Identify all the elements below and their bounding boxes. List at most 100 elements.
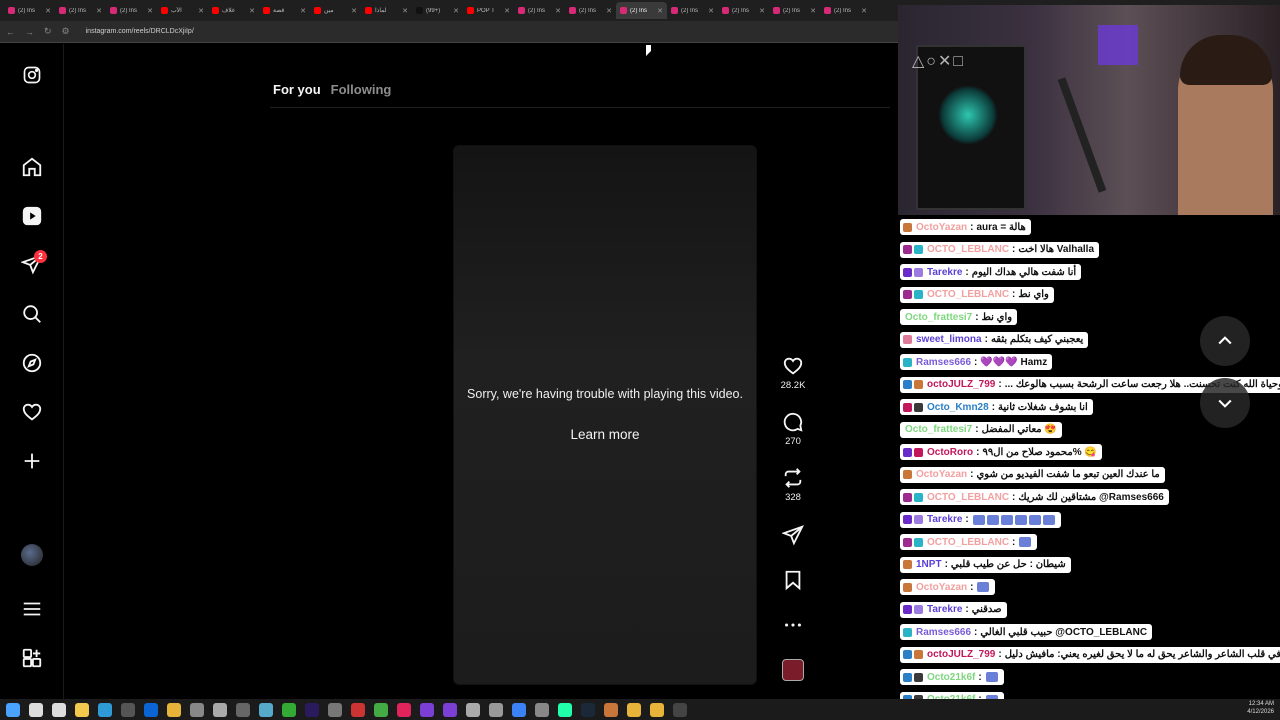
tab-close-icon[interactable]: ✕ <box>249 7 255 15</box>
instagram-logo-icon[interactable] <box>20 63 44 87</box>
tab-close-icon[interactable]: ✕ <box>708 7 714 15</box>
search-icon[interactable] <box>20 302 44 326</box>
tab-following[interactable]: Following <box>331 82 392 97</box>
browser-tab[interactable]: (2) Ins ✕ <box>4 2 55 19</box>
learn-more-link[interactable]: Learn more <box>453 427 757 442</box>
next-reel-button[interactable] <box>1200 378 1250 428</box>
browser-tab[interactable]: (2) Ins ✕ <box>820 2 871 19</box>
tab-close-icon[interactable]: ✕ <box>351 7 357 15</box>
tab-close-icon[interactable]: ✕ <box>810 7 816 15</box>
tab-close-icon[interactable]: ✕ <box>504 7 510 15</box>
taskbar-outlook-icon[interactable] <box>144 702 158 717</box>
taskbar-chrome-icon[interactable] <box>627 702 641 717</box>
browser-tab[interactable]: (2) Ins ✕ <box>718 2 769 19</box>
like-action[interactable]: 28.2K <box>778 355 808 391</box>
taskbar-app-icon[interactable] <box>443 702 457 717</box>
taskbar-chrome-icon[interactable] <box>167 702 181 717</box>
taskbar-tiktok-icon[interactable] <box>397 702 411 717</box>
heart-icon[interactable] <box>782 355 804 377</box>
taskbar-app-icon[interactable] <box>190 702 204 717</box>
tab-close-icon[interactable]: ✕ <box>759 7 765 15</box>
taskbar-store-icon[interactable] <box>121 702 135 717</box>
taskbar-app-icon[interactable] <box>558 702 572 717</box>
browser-tab[interactable]: (2) Ins ✕ <box>616 2 667 19</box>
tab-close-icon[interactable]: ✕ <box>96 7 102 15</box>
browser-tab[interactable]: غلاف ✕ <box>208 2 259 19</box>
back-icon[interactable]: ← <box>6 27 15 37</box>
taskbar-app-icon[interactable] <box>374 702 388 717</box>
system-clock[interactable]: 12:34 AM 4/12/2026 <box>1247 700 1274 716</box>
browser-tab[interactable]: قصة ✕ <box>259 2 310 19</box>
tab-close-icon[interactable]: ✕ <box>402 7 408 15</box>
taskbar-steam-icon[interactable] <box>581 702 595 717</box>
taskbar-obs-icon[interactable] <box>673 702 687 717</box>
home-icon[interactable] <box>20 155 44 179</box>
reload-icon[interactable]: ↻ <box>44 26 52 37</box>
browser-tab[interactable]: الأب ✕ <box>157 2 208 19</box>
browser-tab[interactable]: (2) Ins ✕ <box>55 2 106 19</box>
taskbar-chrome-icon[interactable] <box>650 702 664 717</box>
taskbar-app-icon[interactable] <box>282 702 296 717</box>
tab-close-icon[interactable]: ✕ <box>861 7 867 15</box>
tab-close-icon[interactable]: ✕ <box>453 7 459 15</box>
notifications-icon[interactable] <box>20 400 44 424</box>
repost-action[interactable]: 328 <box>778 467 808 503</box>
tab-close-icon[interactable]: ✕ <box>300 7 306 15</box>
forward-icon[interactable]: → <box>25 27 34 37</box>
audio-avatar[interactable] <box>782 659 804 681</box>
bookmark-icon[interactable] <box>782 569 804 591</box>
more-menu-icon[interactable] <box>20 597 44 621</box>
share-icon[interactable] <box>782 524 804 546</box>
taskbar-edge-icon[interactable] <box>98 702 112 717</box>
taskbar-app-icon[interactable] <box>213 702 227 717</box>
tab-close-icon[interactable]: ✕ <box>555 7 561 15</box>
browser-tab[interactable]: (99+) ✕ <box>412 2 463 19</box>
explore-icon[interactable] <box>20 351 44 375</box>
apps-icon[interactable] <box>20 646 44 670</box>
previous-reel-button[interactable] <box>1200 316 1250 366</box>
browser-tab[interactable]: POP T ✕ <box>463 2 514 19</box>
tab-close-icon[interactable]: ✕ <box>657 7 663 15</box>
taskbar-app-icon[interactable] <box>512 702 526 717</box>
taskbar-app-icon[interactable] <box>351 702 365 717</box>
more-action[interactable] <box>778 614 808 636</box>
taskbar-app-icon[interactable] <box>236 702 250 717</box>
tab-close-icon[interactable]: ✕ <box>198 7 204 15</box>
reel-video[interactable] <box>453 145 757 685</box>
chat-badge-icon <box>903 627 912 637</box>
taskbar-app-icon[interactable] <box>535 702 549 717</box>
create-icon[interactable] <box>20 449 44 473</box>
taskbar-task-view-icon[interactable] <box>52 702 66 717</box>
comment-action[interactable]: 270 <box>778 411 808 447</box>
taskbar-app-icon[interactable] <box>489 702 503 717</box>
taskbar-search-icon[interactable] <box>29 702 43 717</box>
tab-close-icon[interactable]: ✕ <box>45 7 51 15</box>
browser-tab[interactable]: (2) Ins ✕ <box>514 2 565 19</box>
browser-tab[interactable]: (2) Ins ✕ <box>565 2 616 19</box>
site-info-icon[interactable]: ⚙ <box>62 26 70 37</box>
tab-for-you[interactable]: For you <box>273 82 321 97</box>
tab-close-icon[interactable]: ✕ <box>606 7 612 15</box>
browser-tab[interactable]: لماذا ✕ <box>361 2 412 19</box>
reels-icon[interactable] <box>20 204 44 228</box>
taskbar-app-icon[interactable] <box>466 702 480 717</box>
comment-icon[interactable] <box>782 411 804 433</box>
browser-tab[interactable]: مين ✕ <box>310 2 361 19</box>
taskbar-app-icon[interactable] <box>328 702 342 717</box>
save-action[interactable] <box>778 569 808 591</box>
browser-tab[interactable]: (2) Ins ✕ <box>667 2 718 19</box>
repost-icon[interactable] <box>782 467 804 489</box>
share-action[interactable] <box>778 524 808 546</box>
taskbar-file-explorer-icon[interactable] <box>75 702 89 717</box>
browser-tab[interactable]: (2) Ins ✕ <box>106 2 157 19</box>
profile-avatar[interactable] <box>21 544 43 566</box>
more-dots-icon[interactable] <box>782 614 804 636</box>
taskbar-app-icon[interactable] <box>259 702 273 717</box>
taskbar-start-icon[interactable] <box>6 702 20 717</box>
url-text[interactable]: instagram.com/reels/DRCLDcXjiIp/ <box>86 28 194 35</box>
taskbar-app-icon[interactable] <box>604 702 618 717</box>
browser-tab[interactable]: (2) Ins ✕ <box>769 2 820 19</box>
taskbar-premiere-icon[interactable] <box>305 702 319 717</box>
taskbar-app-icon[interactable] <box>420 702 434 717</box>
tab-close-icon[interactable]: ✕ <box>147 7 153 15</box>
